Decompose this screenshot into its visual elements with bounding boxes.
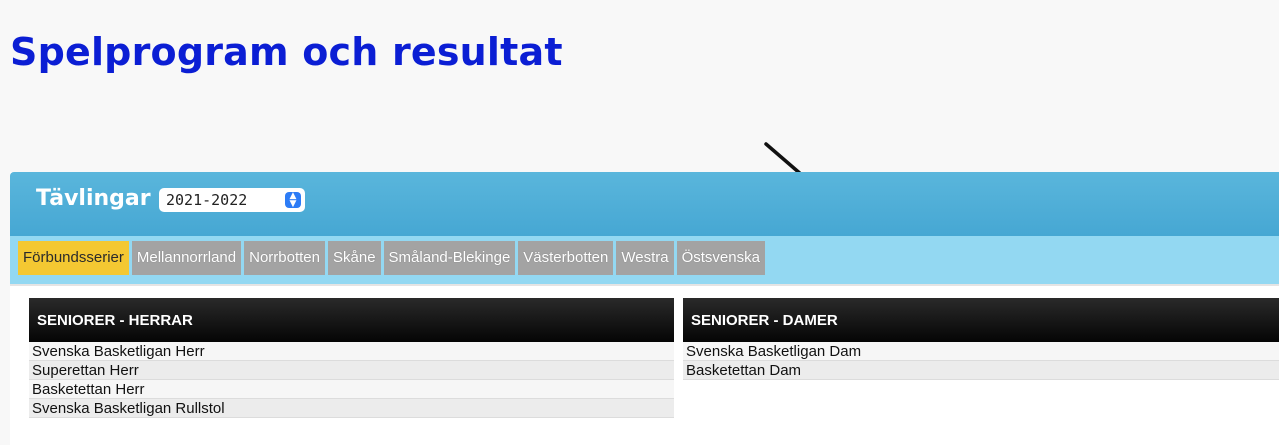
region-tab-bar: Förbundsserier Mellannorrland Norrbotten Sk… xyxy=(10,236,1279,284)
group-seniorer-damer: SENIORER - DAMER Svenska Basketligan Dam… xyxy=(683,298,1279,380)
tab-skåne[interactable]: Skåne xyxy=(328,241,381,275)
competition-link[interactable]: Svenska Basketligan Rullstol xyxy=(29,399,674,418)
group-title: SENIORER - HERRAR xyxy=(29,298,674,342)
stepper-icon: ▲ ▼ xyxy=(285,192,301,209)
season-value: 2021-2022 xyxy=(166,191,248,209)
tab-östsvenska[interactable]: Östsvenska xyxy=(676,241,765,275)
group-title: SENIORER - DAMER xyxy=(683,298,1279,342)
tab-förbundsserier[interactable]: Förbundsserier xyxy=(18,241,129,275)
competition-link[interactable]: Basketettan Dam xyxy=(683,361,1279,380)
tab-westra[interactable]: Westra xyxy=(616,241,674,275)
competition-link[interactable]: Svenska Basketligan Dam xyxy=(683,342,1279,361)
competitions-header: Tävlingar 2021-2022 ▲ ▼ xyxy=(10,172,1279,236)
tab-mellannorrland[interactable]: Mellannorrland xyxy=(131,241,242,275)
season-select[interactable]: 2021-2022 ▲ ▼ xyxy=(159,188,305,212)
divider xyxy=(10,284,1279,286)
region-tabs: Förbundsserier Mellannorrland Norrbotten Sk… xyxy=(18,241,765,275)
group-seniorer-herrar: SENIORER - HERRAR Svenska Basketligan He… xyxy=(29,298,674,418)
tab-småland-blekinge[interactable]: Småland-Blekinge xyxy=(383,241,516,275)
competition-link[interactable]: Svenska Basketligan Herr xyxy=(29,342,674,361)
competition-link[interactable]: Basketettan Herr xyxy=(29,380,674,399)
competitions-panel: Tävlingar 2021-2022 ▲ ▼ Förbundsserier Mel… xyxy=(10,172,1279,445)
tab-västerbotten[interactable]: Västerbotten xyxy=(518,241,614,275)
group-list: Svenska Basketligan Dam Basketettan Dam xyxy=(683,342,1279,380)
competitions-label: Tävlingar xyxy=(36,186,151,211)
page-title: Spelprogram och resultat xyxy=(10,30,563,74)
competition-link[interactable]: Superettan Herr xyxy=(29,361,674,380)
group-list: Svenska Basketligan Herr Superettan Herr B… xyxy=(29,342,674,418)
tab-norrbotten[interactable]: Norrbotten xyxy=(244,241,325,275)
